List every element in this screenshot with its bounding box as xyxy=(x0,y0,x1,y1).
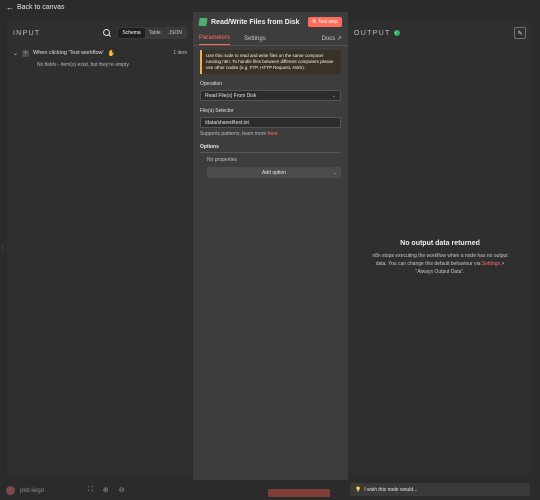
test-step-button[interactable]: ⚗ Test step xyxy=(307,17,342,27)
no-properties-text: No properties xyxy=(207,157,238,163)
back-label: Back to canvas xyxy=(17,4,65,11)
search-icon[interactable] xyxy=(103,29,111,37)
chevron-down-icon: ⌄ xyxy=(331,92,336,99)
file-selector-hint: Supports patterns, learn more here xyxy=(200,131,278,137)
flask-icon: ⚗ xyxy=(311,19,316,25)
tab-json[interactable]: JSON xyxy=(165,28,186,38)
tab-settings[interactable]: Settings xyxy=(244,36,266,45)
feedback-button[interactable]: 💡 I wish this node would... xyxy=(350,483,530,496)
tab-parameters[interactable]: Parameters xyxy=(199,35,231,45)
user-label: pkb liegd xyxy=(20,487,45,494)
operation-label: Operation xyxy=(200,81,222,87)
edit-output-button[interactable]: ✎ xyxy=(514,27,526,39)
view-mode-switch: Schema Table JSON xyxy=(117,27,187,39)
chevron-down-icon[interactable]: ⌄ xyxy=(13,50,18,57)
trigger-node-label: When clicking 'Test workflow' xyxy=(33,50,104,56)
output-panel-title: OUTPUT xyxy=(354,29,391,37)
divider xyxy=(200,152,341,153)
input-panel: INPUT Schema Table JSON ⌄ ⊹ When clickin… xyxy=(7,22,193,474)
trigger-node-icon: ⊹ xyxy=(22,49,30,57)
input-panel-header: INPUT Schema Table JSON xyxy=(7,22,193,44)
settings-link[interactable]: Settings xyxy=(482,261,500,267)
zoom-in-icon[interactable]: ⊕ xyxy=(103,486,109,494)
execute-workflow-button[interactable] xyxy=(268,489,330,497)
zoom-controls: ⛶ ⊕ ⊖ xyxy=(88,486,125,494)
info-notice: Use this node to read and write files on… xyxy=(200,50,341,74)
options-label: Options xyxy=(200,144,219,150)
node-title[interactable]: Read/Write Files from Disk xyxy=(211,19,304,26)
external-link-icon: ↗ xyxy=(336,36,342,42)
no-output-message: No output data returned n8n stops execut… xyxy=(348,240,532,276)
output-panel-header: OUTPUT ✓ ✎ xyxy=(348,22,532,44)
node-settings-panel: Read/Write Files from Disk ⚗ Test step P… xyxy=(193,12,348,500)
drag-handle-icon[interactable]: ⋮ xyxy=(0,244,6,254)
trigger-node-row[interactable]: ⌄ ⊹ When clicking 'Test workflow' ✋ 1 it… xyxy=(7,46,193,60)
files-node-icon xyxy=(198,18,208,26)
pencil-icon: ✎ xyxy=(517,30,523,37)
lightbulb-icon: 💡 xyxy=(355,486,362,493)
learn-more-link[interactable]: here xyxy=(268,131,278,137)
item-count: 1 item xyxy=(173,50,187,56)
no-output-description: n8n stops executing the workflow when a … xyxy=(372,253,508,275)
arrow-left-icon: ← xyxy=(6,3,14,12)
operation-select[interactable]: Read File(s) From Disk ⌄ xyxy=(200,90,341,101)
pointer-icon: ✋ xyxy=(107,50,116,57)
empty-fields-message: No fields - item(s) exist, but they're e… xyxy=(37,62,129,68)
chevron-down-icon: ⌄ xyxy=(332,169,337,176)
add-option-button[interactable]: Add option ⌄ xyxy=(207,167,341,178)
back-to-canvas-button[interactable]: ← Back to canvas xyxy=(6,3,64,12)
node-tabs: Parameters Settings Docs ↗ xyxy=(193,32,348,46)
fit-view-icon[interactable]: ⛶ xyxy=(88,486,93,494)
output-panel: OUTPUT ✓ ✎ No output data returned n8n s… xyxy=(348,22,532,474)
avatar[interactable] xyxy=(6,486,15,495)
tab-table[interactable]: Table xyxy=(145,28,165,38)
no-output-title: No output data returned xyxy=(400,240,480,247)
input-panel-title: INPUT xyxy=(13,29,41,37)
docs-link[interactable]: Docs ↗ xyxy=(322,35,342,45)
success-check-icon: ✓ xyxy=(393,30,400,36)
zoom-out-icon[interactable]: ⊖ xyxy=(119,486,125,494)
node-header: Read/Write Files from Disk ⚗ Test step xyxy=(193,12,348,32)
file-selector-label: File(s) Selector xyxy=(200,108,234,114)
tab-schema[interactable]: Schema xyxy=(118,28,145,38)
file-selector-input[interactable]: /data/shared/test.txt xyxy=(200,117,341,128)
